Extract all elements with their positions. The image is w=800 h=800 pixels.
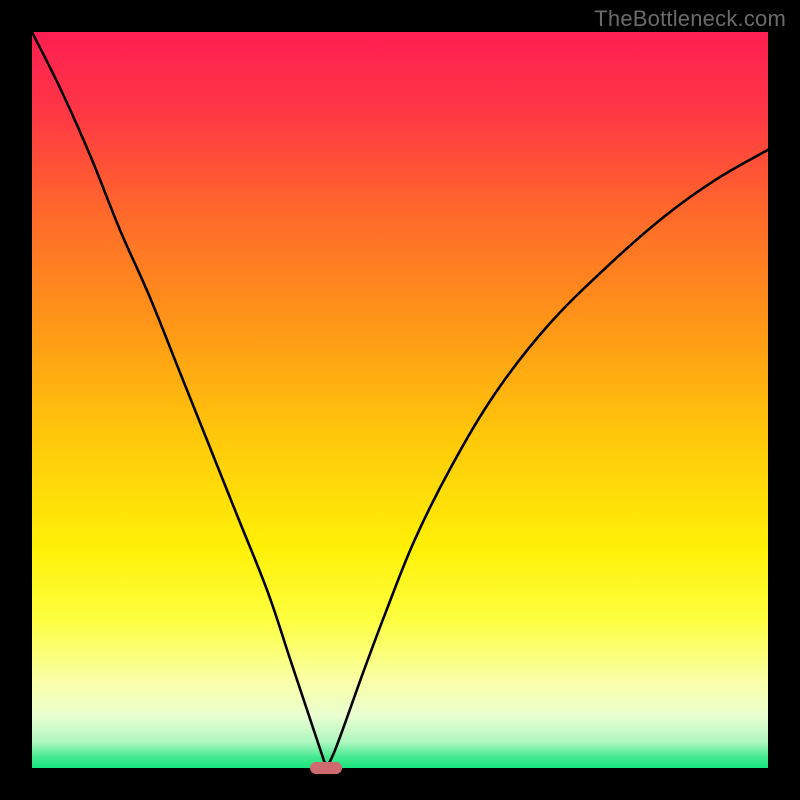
watermark-text: TheBottleneck.com	[594, 6, 786, 32]
optimal-point-marker	[310, 762, 342, 774]
plot-area	[32, 32, 768, 768]
bottleneck-gradient-background	[32, 32, 768, 768]
